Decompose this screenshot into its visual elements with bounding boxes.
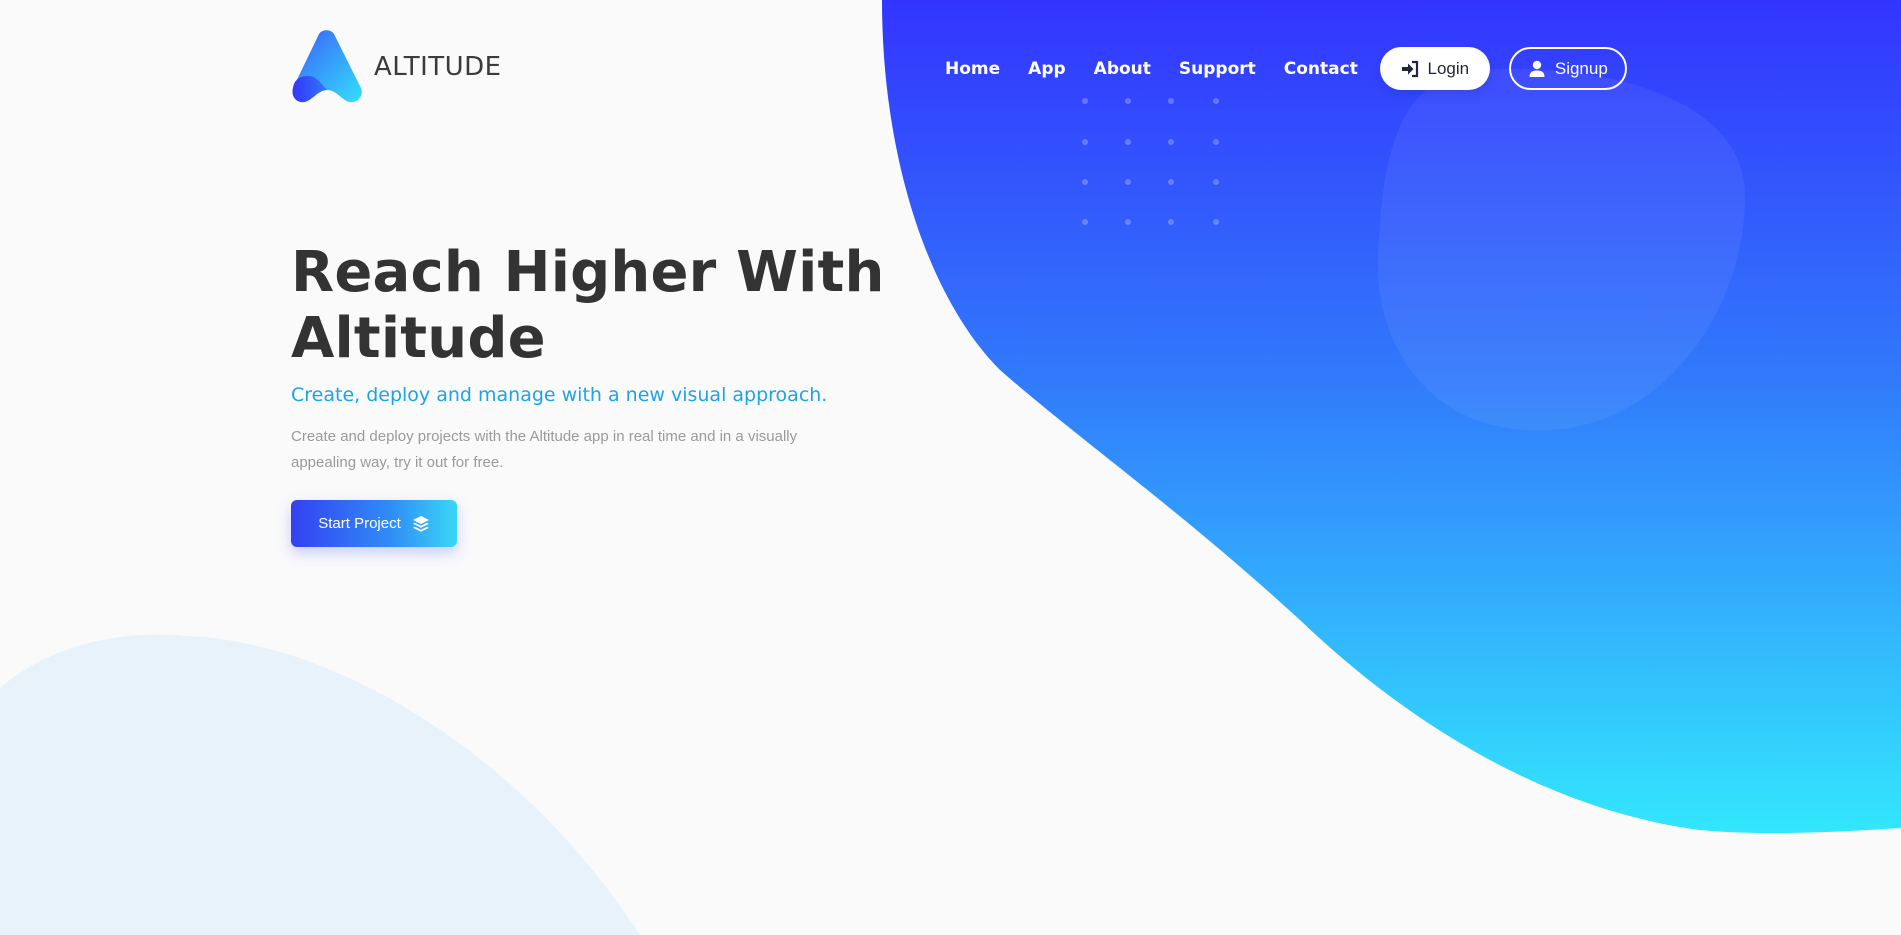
- gradient-blob: [882, 0, 1901, 834]
- hero-title: Reach Higher With Altitude: [291, 240, 891, 372]
- sign-in-icon: [1401, 60, 1418, 77]
- nav-link-about[interactable]: About: [1094, 48, 1151, 90]
- brand-logo[interactable]: ALTITUDE: [290, 30, 502, 104]
- hero-title-line-2: Altitude: [291, 306, 546, 371]
- signup-button[interactable]: Signup: [1508, 47, 1627, 90]
- hero-section: Reach Higher With Altitude Create, deplo…: [291, 240, 891, 547]
- signup-label: Signup: [1554, 58, 1608, 78]
- start-project-label: Start Project: [318, 515, 401, 532]
- nav-link-support[interactable]: Support: [1179, 48, 1256, 90]
- hero-description: Create and deploy projects with the Alti…: [291, 428, 798, 471]
- brand-name: ALTITUDE: [374, 52, 502, 82]
- main-navigation: Home App About Support Contact Login Sig…: [945, 47, 1627, 90]
- login-button[interactable]: Login: [1379, 47, 1490, 90]
- login-label: Login: [1427, 58, 1470, 78]
- altitude-a-logo-icon: [292, 30, 362, 103]
- nav-link-app[interactable]: App: [1028, 48, 1066, 90]
- layers-icon: [412, 515, 429, 532]
- hero-subtitle: Create, deploy and manage with a new vis…: [291, 384, 828, 406]
- start-project-button[interactable]: Start Project: [291, 500, 457, 547]
- light-blob-bottom-left: [0, 634, 640, 935]
- hero-background: [0, 0, 1901, 935]
- hero-title-line-1: Reach Higher With: [291, 240, 885, 305]
- user-icon: [1529, 60, 1545, 77]
- nav-link-contact[interactable]: Contact: [1284, 48, 1358, 90]
- nav-link-home[interactable]: Home: [945, 48, 1000, 90]
